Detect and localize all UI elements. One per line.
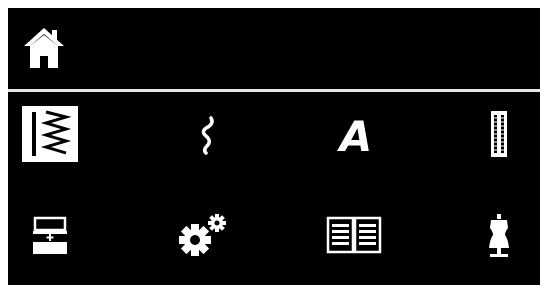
menu-item-decorative-stitches[interactable] [180, 106, 280, 186]
menu-item-tutorial[interactable] [322, 208, 422, 285]
header-divider [8, 89, 540, 92]
setup-program-icon [179, 214, 226, 256]
menu-item-sewing-consultant[interactable] [471, 208, 540, 285]
header-bar [8, 8, 540, 88]
alphabet-glyph: A [337, 112, 373, 161]
home-icon [24, 28, 64, 68]
home-button[interactable] [22, 26, 66, 70]
sewing-machine-screen: A [8, 8, 540, 285]
menu-item-buttonholes[interactable] [471, 106, 540, 186]
personal-program-icon [33, 216, 67, 254]
alphabets-icon: A [337, 112, 373, 161]
practical-stitches-icon [22, 106, 78, 162]
menu-item-alphabets[interactable]: A [328, 106, 428, 186]
menu-item-practical-stitches[interactable] [22, 106, 122, 186]
menu-item-setup-program[interactable] [173, 208, 273, 285]
menu-item-personal-program[interactable] [22, 208, 122, 285]
buttonholes-icon [491, 111, 507, 157]
main-menu-grid: A [8, 96, 540, 285]
decorative-stitches-icon [201, 116, 214, 155]
sewing-consultant-icon [489, 214, 509, 257]
tutorial-book-icon [326, 216, 382, 254]
